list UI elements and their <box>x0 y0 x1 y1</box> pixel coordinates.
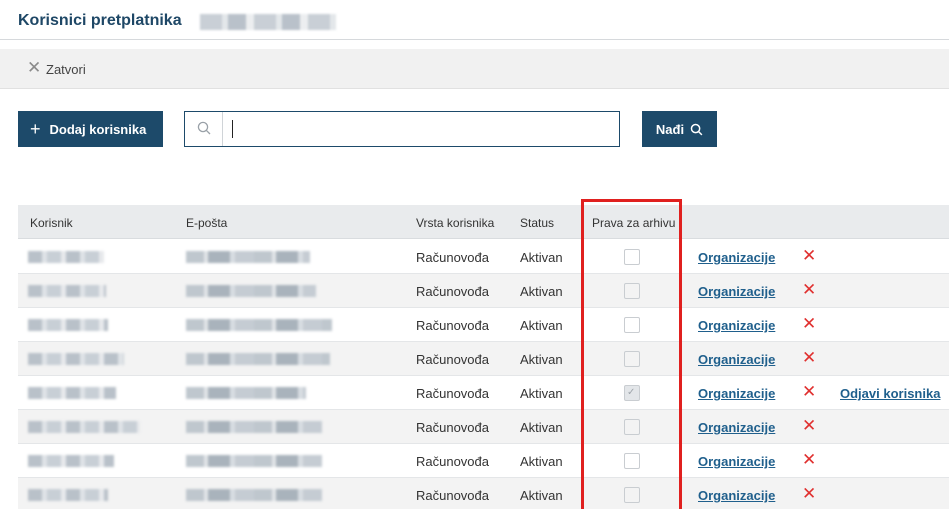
user-type: Računovođa <box>416 386 489 401</box>
redacted-user-name <box>28 319 108 331</box>
delete-icon[interactable]: ✕ <box>802 314 816 334</box>
logout-user-link[interactable]: Odjavi korisnika <box>840 386 940 401</box>
page-title: Korisnici pretplatnika <box>18 12 182 29</box>
organizations-link[interactable]: Organizacije <box>698 284 775 299</box>
redacted-email <box>186 353 330 365</box>
user-status: Aktivan <box>520 250 563 265</box>
table-row: Računovođa Aktivan Organizacije ✕ <box>18 342 949 376</box>
archive-rights-checkbox-checked[interactable]: ✓ <box>624 385 640 401</box>
organizations-link[interactable]: Organizacije <box>698 454 775 469</box>
checkmark-icon: ✓ <box>627 387 636 398</box>
redacted-user-name <box>28 489 108 501</box>
user-type: Računovođa <box>416 454 489 469</box>
organizations-link[interactable]: Organizacije <box>698 250 775 265</box>
delete-icon[interactable]: ✕ <box>802 246 816 266</box>
user-status: Aktivan <box>520 284 563 299</box>
redacted-user-name <box>28 455 114 467</box>
add-user-button[interactable]: + Dodaj korisnika <box>18 111 163 147</box>
redacted-email <box>186 285 316 297</box>
table-row: Računovođa Aktivan ✓ Organizacije ✕ Odja… <box>18 376 949 410</box>
organizations-link[interactable]: Organizacije <box>698 420 775 435</box>
redacted-email <box>186 455 322 467</box>
redacted-user-name <box>28 387 116 399</box>
table-row: Računovođa Aktivan Organizacije ✕ <box>18 444 949 478</box>
column-header-email[interactable]: E-pošta <box>186 216 227 230</box>
table-row: Računovođa Aktivan Organizacije ✕ <box>18 240 949 274</box>
delete-icon[interactable]: ✕ <box>802 450 816 470</box>
redacted-email <box>186 489 322 501</box>
user-status: Aktivan <box>520 488 563 503</box>
delete-icon[interactable]: ✕ <box>802 382 816 402</box>
page-header: Korisnici pretplatnika <box>0 0 949 40</box>
delete-icon[interactable]: ✕ <box>802 416 816 436</box>
user-status: Aktivan <box>520 454 563 469</box>
redacted-user-name <box>28 353 124 365</box>
table-row: Računovođa Aktivan Organizacije ✕ <box>18 410 949 444</box>
user-status: Aktivan <box>520 318 563 333</box>
user-type: Računovođa <box>416 488 489 503</box>
archive-rights-checkbox[interactable] <box>624 419 640 435</box>
organizations-link[interactable]: Organizacije <box>698 352 775 367</box>
redacted-email <box>186 387 306 399</box>
redacted-user-name <box>28 421 140 433</box>
table-row: Računovođa Aktivan Organizacije ✕ <box>18 478 949 509</box>
user-status: Aktivan <box>520 420 563 435</box>
organizations-link[interactable]: Organizacije <box>698 318 775 333</box>
close-icon[interactable]: ✕ <box>27 58 41 78</box>
user-status: Aktivan <box>520 352 563 367</box>
table-row: Računovođa Aktivan Organizacije ✕ <box>18 308 949 342</box>
redacted-subscriber-name <box>200 14 336 30</box>
delete-icon[interactable]: ✕ <box>802 280 816 300</box>
redacted-user-name <box>28 285 106 297</box>
delete-icon[interactable]: ✕ <box>802 348 816 368</box>
user-type: Računovođa <box>416 352 489 367</box>
archive-rights-checkbox[interactable] <box>624 249 640 265</box>
column-header-user-type[interactable]: Vrsta korisnika <box>416 216 494 230</box>
user-type: Računovođa <box>416 420 489 435</box>
add-user-label: Dodaj korisnika <box>49 121 147 137</box>
find-button[interactable]: Nađi <box>642 111 717 147</box>
organizations-link[interactable]: Organizacije <box>698 488 775 503</box>
table-header: Korisnik E-pošta Vrsta korisnika Status … <box>18 205 949 239</box>
redacted-email <box>186 319 332 331</box>
column-header-archive-rights[interactable]: Prava za arhivu <box>592 216 675 230</box>
search-icon-cell <box>185 112 223 146</box>
close-bar: ✕ Zatvori <box>0 49 949 89</box>
redacted-user-name <box>28 251 104 263</box>
archive-rights-checkbox[interactable] <box>624 453 640 469</box>
user-type: Računovođa <box>416 284 489 299</box>
archive-rights-checkbox[interactable] <box>624 283 640 299</box>
search-icon <box>197 121 211 135</box>
organizations-link[interactable]: Organizacije <box>698 386 775 401</box>
search-box[interactable] <box>184 111 620 147</box>
table-row: Računovođa Aktivan Organizacije ✕ <box>18 274 949 308</box>
archive-rights-checkbox[interactable] <box>624 351 640 367</box>
user-status: Aktivan <box>520 386 563 401</box>
redacted-email <box>186 251 310 263</box>
search-input[interactable] <box>233 113 613 145</box>
archive-rights-checkbox[interactable] <box>624 317 640 333</box>
redacted-email <box>186 421 322 433</box>
search-icon <box>690 123 703 135</box>
column-header-status[interactable]: Status <box>520 216 554 230</box>
user-type: Računovođa <box>416 318 489 333</box>
column-header-user[interactable]: Korisnik <box>30 216 73 230</box>
plus-icon: + <box>30 118 41 139</box>
close-button[interactable]: Zatvori <box>46 62 86 77</box>
archive-rights-checkbox[interactable] <box>624 487 640 503</box>
user-type: Računovođa <box>416 250 489 265</box>
delete-icon[interactable]: ✕ <box>802 484 816 504</box>
find-label: Nađi <box>655 121 685 137</box>
